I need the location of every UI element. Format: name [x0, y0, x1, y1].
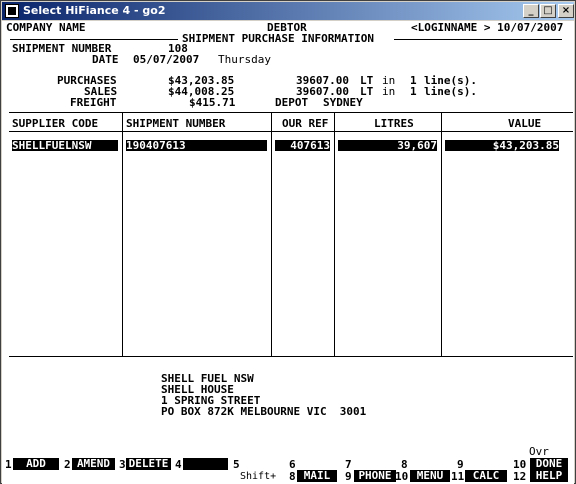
depot-value: SYDNEY: [323, 96, 363, 109]
table-header-border: [9, 131, 573, 132]
day-value: Thursday: [218, 53, 271, 66]
column-header-litres[interactable]: LITRES: [374, 118, 414, 130]
f7-number: 7: [345, 458, 352, 471]
company-name: COMPANY NAME: [6, 21, 86, 34]
row-value[interactable]: $43,203.85: [445, 140, 559, 151]
login-and-date: <LOGINNAME > 10/07/2007: [411, 21, 564, 34]
title-rule-right: [394, 39, 562, 40]
row-shipment-number[interactable]: 190407613: [126, 140, 267, 151]
minimize-button[interactable]: _: [523, 4, 539, 18]
f4-button[interactable]: [183, 458, 228, 470]
column-header-our-ref[interactable]: OUR REF: [282, 118, 328, 130]
column-divider: [271, 112, 272, 356]
close-icon: ×: [561, 5, 571, 16]
freight-value: $415.71: [189, 96, 236, 109]
date-value[interactable]: 05/07/2007: [133, 54, 199, 66]
f6-number: 6: [289, 458, 296, 471]
maximize-button[interactable]: □: [540, 4, 556, 18]
row-litres[interactable]: 39,607: [338, 140, 437, 151]
row-supplier-code[interactable]: SHELLFUELNSW: [12, 140, 118, 151]
column-header-supplier-code[interactable]: SUPPLIER CODE: [12, 118, 98, 130]
freight-label: FREIGHT: [70, 96, 117, 109]
row-our-ref[interactable]: 407613: [275, 140, 330, 151]
depot-label: DEPOT: [275, 96, 309, 109]
column-header-value[interactable]: VALUE: [508, 118, 541, 130]
sales-line-count: 1: [410, 85, 417, 98]
f12-number: 12: [513, 470, 527, 483]
f9-number: 9: [345, 470, 352, 483]
f2-number: 2: [64, 458, 71, 471]
f5-number: 5: [233, 458, 240, 471]
mail-button[interactable]: MAIL: [297, 470, 337, 482]
f11-number: 11: [451, 470, 465, 483]
column-header-shipment-number[interactable]: SHIPMENT NUMBER: [126, 118, 225, 130]
f1-number: 1: [5, 458, 12, 471]
sales-in-label: in: [382, 85, 396, 98]
f9-top-number: 9: [457, 458, 464, 471]
shift-label: Shift+: [240, 471, 277, 482]
f10-top-number: 10: [513, 458, 527, 471]
application-window: Select HiFiance 4 - go2 _ □ × COMPANY NA…: [0, 0, 576, 484]
terminal-screen: COMPANY NAME DEBTOR <LOGINNAME > 10/07/2…: [2, 21, 574, 458]
close-button[interactable]: ×: [558, 4, 574, 18]
menu-button[interactable]: MENU: [410, 470, 450, 482]
calc-button[interactable]: CALC: [465, 470, 507, 482]
title-bar[interactable]: Select HiFiance 4 - go2 _ □ ×: [2, 2, 574, 20]
delete-button[interactable]: DELETE: [126, 458, 171, 470]
f3-number: 3: [119, 458, 126, 471]
phone-button[interactable]: PHONE: [354, 470, 396, 482]
column-divider: [334, 112, 335, 356]
table-top-border: [9, 112, 573, 113]
add-button[interactable]: ADD: [13, 458, 59, 470]
app-icon[interactable]: [5, 4, 19, 18]
supplier-address-line4: PO BOX 872K MELBOURNE VIC 3001: [161, 405, 367, 418]
title-rule-left: [10, 39, 178, 40]
help-button[interactable]: HELP: [530, 470, 568, 482]
function-key-bar: 1 ADD 2 AMEND 3 DELETE 4 5 Shift+ 6 8 MA…: [2, 458, 574, 484]
f8-number: 8: [289, 470, 296, 483]
window-title: Select HiFiance 4 - go2: [23, 4, 166, 17]
column-divider: [441, 112, 442, 356]
maximize-icon: □: [543, 5, 553, 16]
date-label: DATE: [92, 53, 119, 66]
minimize-icon: _: [528, 5, 534, 16]
f8-top-number: 8: [401, 458, 408, 471]
table-bottom-border: [9, 356, 573, 357]
f4-number: 4: [175, 458, 182, 471]
sales-lines-label: line(s).: [424, 85, 477, 98]
f10-number: 10: [395, 470, 409, 483]
amend-button[interactable]: AMEND: [72, 458, 115, 470]
section-title: SHIPMENT PURCHASE INFORMATION: [182, 32, 375, 45]
column-divider: [122, 112, 123, 356]
